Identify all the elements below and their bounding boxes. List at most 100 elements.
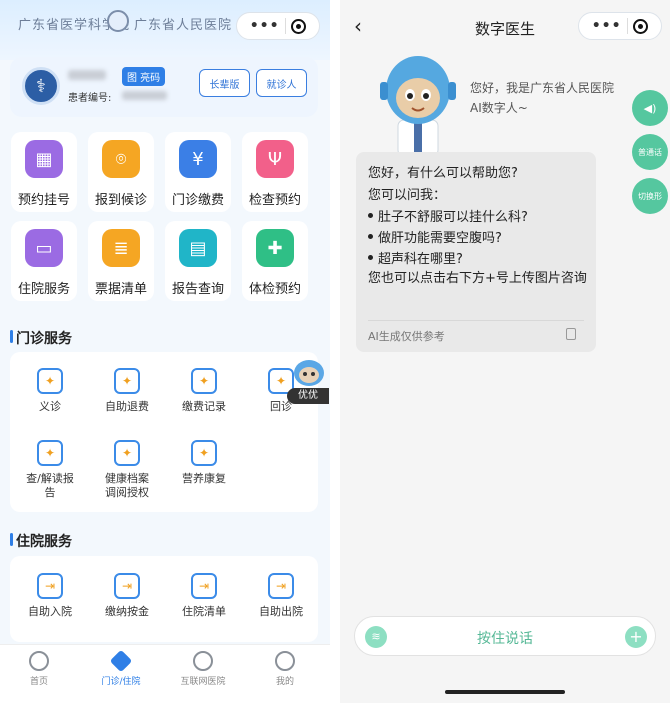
quick-tile-2[interactable]: ¥ 门诊缴费	[165, 132, 231, 212]
miniprogram-capsule[interactable]: •••	[236, 12, 320, 40]
quick-tile-3[interactable]: Ψ 检查预约	[242, 132, 308, 212]
switch-avatar-icon: 切换形	[638, 191, 662, 201]
outpatient-item-5[interactable]: ✦ 健康档案调阅授权	[93, 440, 161, 500]
tab-label: 首页	[29, 677, 48, 687]
receipt-icon: ≣	[102, 229, 140, 267]
inpatient-item-3[interactable]: ⇥ 自助出院	[247, 573, 315, 619]
bullet-dot	[368, 234, 373, 239]
tab-label: 我的	[275, 677, 294, 687]
location-pin-icon: ⌾	[102, 140, 140, 178]
outpatient-icon	[109, 649, 133, 673]
quick-tile-label: 检查预约	[248, 193, 301, 208]
tab-home[interactable]: 首页	[4, 651, 74, 687]
hospital-name-2: 广东省人民医院	[134, 18, 233, 33]
quick-tile-0[interactable]: ▦ 预约挂号	[11, 132, 77, 212]
hospital-app-screen: 广东省医学科学院 广东省人民医院 ••• ⚕ 图 亮码 患者编号: 长辈版 就诊…	[0, 0, 330, 703]
patient-avatar: ⚕	[22, 67, 60, 105]
assistant-float-button[interactable]: 优优	[287, 358, 329, 406]
inpatient-item-label: 缴纳按金	[105, 605, 149, 618]
internet-hospital-icon	[193, 651, 213, 671]
visitor-button[interactable]: 就诊人	[256, 69, 307, 97]
outpatient-section-title: 门诊服务	[10, 328, 72, 348]
checkup-icon: ✚	[256, 229, 294, 267]
outpatient-item-label: 查/解读报告	[26, 472, 74, 499]
speaker-button[interactable]: ◀)	[632, 90, 668, 126]
hold-to-talk-bar[interactable]: ≋ 按住说话 +	[354, 616, 656, 656]
miniprogram-capsule[interactable]: •••	[578, 12, 662, 40]
tab-outpatient[interactable]: 门诊/住院	[86, 649, 156, 687]
message-line-2: 您可以问我：	[368, 188, 447, 203]
home-indicator	[445, 690, 565, 694]
tab-label: 互联网医院	[180, 677, 226, 687]
inpatient-item-label: 自助出院	[259, 605, 303, 618]
outpatient-item-2[interactable]: ✦ 缴费记录	[170, 368, 238, 414]
patient-id-label: 患者编号:	[68, 93, 112, 104]
assistant-float-label: 优优	[287, 388, 329, 404]
more-icon[interactable]: •••	[250, 18, 280, 34]
health-record-icon: ✦	[114, 440, 140, 466]
elder-mode-button[interactable]: 长辈版	[199, 69, 250, 97]
nutrition-icon: ✦	[191, 440, 217, 466]
hold-to-talk-label: 按住说话	[477, 631, 533, 647]
more-icon[interactable]: •••	[592, 18, 622, 34]
payment-icon: ¥	[179, 140, 217, 178]
inpatient-section-title: 住院服务	[10, 531, 72, 551]
suggestion-item[interactable]: 肚子不舒服可以挂什么科?	[378, 206, 528, 225]
language-button[interactable]: 普通话	[632, 134, 668, 170]
message-line-3: 您也可以点击右下方+号上传图片咨询	[368, 271, 587, 286]
hospital-logo-icon	[107, 10, 129, 32]
discharge-icon: ⇥	[268, 573, 294, 599]
bullet-dot	[368, 255, 373, 260]
calendar-icon: ▦	[25, 140, 63, 178]
suggestion-item[interactable]: 超声科在哪里?	[378, 248, 463, 267]
ai-disclaimer: AI生成仅供参考	[368, 330, 445, 343]
payment-record-icon: ✦	[191, 368, 217, 394]
home-icon	[29, 651, 49, 671]
quick-tile-label: 门诊缴费	[171, 193, 224, 208]
bed-icon: ▭	[25, 229, 63, 267]
quick-tile-6[interactable]: ▤ 报告查询	[165, 221, 231, 301]
digital-doctor-avatar	[380, 56, 456, 156]
quick-tile-5[interactable]: ≣ 票据清单	[88, 221, 154, 301]
outpatient-item-label: 营养康复	[182, 472, 226, 485]
robot-icon	[294, 360, 324, 386]
report-icon: ▤	[179, 229, 217, 267]
tab-profile[interactable]: 我的	[250, 651, 320, 687]
inpatient-item-0[interactable]: ⇥ 自助入院	[16, 573, 84, 619]
quick-tile-label: 报告查询	[171, 282, 224, 297]
read-report-icon: ✦	[37, 440, 63, 466]
outpatient-item-4[interactable]: ✦ 查/解读报告	[16, 440, 84, 500]
add-upload-icon[interactable]: +	[625, 626, 647, 648]
quick-tile-4[interactable]: ▭ 住院服务	[11, 221, 77, 301]
inpatient-item-1[interactable]: ⇥ 缴纳按金	[93, 573, 161, 619]
outpatient-item-0[interactable]: ✦ 义诊	[16, 368, 84, 414]
outpatient-item-label: 义诊	[39, 400, 61, 413]
copy-icon[interactable]	[566, 328, 576, 340]
quick-tile-1[interactable]: ⌾ 报到候诊	[88, 132, 154, 212]
suggestion-item[interactable]: 做肝功能需要空腹吗?	[378, 227, 502, 246]
quick-tile-label: 体检预约	[248, 282, 301, 297]
inpatient-list-icon: ⇥	[191, 573, 217, 599]
stethoscope-icon: Ψ	[256, 140, 294, 178]
patient-name-masked	[68, 70, 106, 80]
admission-icon: ⇥	[37, 573, 63, 599]
nav-bar: ‹ 数字医生 •••	[340, 0, 670, 52]
switch-avatar-button[interactable]: 切换形	[632, 178, 668, 214]
outpatient-item-1[interactable]: ✦ 自助退费	[93, 368, 161, 414]
speaker-icon: ◀)	[643, 101, 657, 115]
quick-tile-label: 住院服务	[17, 282, 70, 297]
close-miniprogram-icon[interactable]	[633, 18, 649, 34]
quick-tile-label: 票据清单	[94, 282, 147, 297]
close-miniprogram-icon[interactable]	[291, 18, 307, 34]
inpatient-item-2[interactable]: ⇥ 住院清单	[170, 573, 238, 619]
assistant-message-bubble: 您好，有什么可以帮助您? 您可以问我： 肚子不舒服可以挂什么科? 做肝功能需要空腹…	[356, 152, 596, 352]
outpatient-item-6[interactable]: ✦ 营养康复	[170, 440, 238, 486]
inpatient-item-label: 住院清单	[182, 605, 226, 618]
quick-tile-7[interactable]: ✚ 体检预约	[242, 221, 308, 301]
refund-icon: ✦	[114, 368, 140, 394]
inpatient-item-label: 自助入院	[28, 605, 72, 618]
tab-internet-hospital[interactable]: 互联网医院	[168, 651, 238, 687]
digital-doctor-screen: ‹ 数字医生 ••• 您好，我是广东省人民医院AI数字人~ 您好，有什么可以帮助…	[340, 0, 670, 703]
qr-code-pill[interactable]: 图 亮码	[122, 67, 166, 86]
greeting-text: 您好，我是广东省人民医院AI数字人~	[470, 81, 615, 115]
